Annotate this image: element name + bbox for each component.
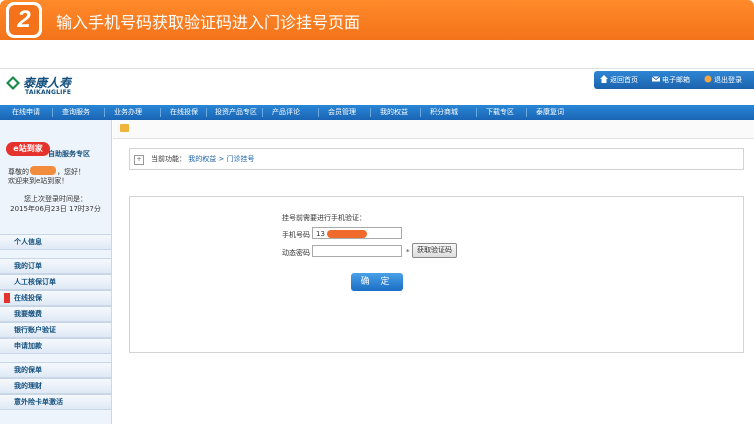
breadcrumb-prefix: 当前功能：: [151, 155, 186, 163]
nav-item-my-rights[interactable]: 我的权益: [380, 105, 408, 120]
logout-icon: [704, 75, 712, 83]
form-title: 挂号前需要进行手机验证：: [282, 214, 366, 222]
hot-tag-icon: [4, 293, 10, 303]
sidebar-item-label: 人工核保订单: [14, 278, 56, 286]
mail-icon: [652, 76, 660, 82]
nav-divider: [206, 108, 207, 117]
greeting-prefix: 尊敬的: [8, 168, 29, 176]
sidebar-item-label: 个人信息: [14, 238, 42, 246]
nav-divider: [370, 108, 371, 117]
welcome-text: 欢迎来到e站到家！: [8, 177, 69, 185]
phone-label: 手机号码: [282, 231, 310, 239]
nav-divider: [318, 108, 319, 117]
welcome-panel: e站到家 自助服务专区 尊敬的 ，您好！ 欢迎来到e站到家！ 您上次登录时间是： …: [0, 120, 111, 232]
nav-item-points-mall[interactable]: 积分商城: [430, 105, 458, 120]
nav-divider: [52, 108, 53, 117]
nav-item-investment[interactable]: 投资产品专区: [215, 105, 257, 120]
logo-en: TAIKANGLIFE: [25, 89, 72, 96]
breadcrumb-path[interactable]: 我的权益 > 门诊挂号: [188, 155, 254, 163]
logo-mark-icon: [6, 76, 20, 90]
logout-link-label: 退出登录: [714, 76, 742, 84]
breadcrumb-text: 当前功能： 我的权益 > 门诊挂号: [151, 149, 255, 169]
nav-divider: [104, 108, 105, 117]
sidebar: e站到家 自助服务专区 尊敬的 ，您好！ 欢迎来到e站到家！ 您上次登录时间是： …: [0, 120, 112, 424]
ezd-brand: e站到家: [6, 142, 50, 156]
home-link-label: 返回首页: [610, 76, 638, 84]
home-icon: [600, 75, 608, 83]
sidebar-item-label: 我要缴费: [14, 310, 42, 318]
sidebar-item-personal-info[interactable]: 个人信息: [0, 234, 111, 250]
banner-title: 输入手机号码获取验证码进入门诊挂号页面: [56, 13, 361, 32]
nav-item-taikang[interactable]: 泰康复词: [536, 105, 564, 120]
dynamic-code-input[interactable]: [312, 245, 402, 257]
confirm-button[interactable]: 确 定: [351, 273, 403, 291]
phone-value: 13: [316, 230, 325, 238]
phone-input[interactable]: 13: [312, 227, 402, 239]
sidebar-item-label: 我的保单: [14, 366, 42, 374]
nav-item-business[interactable]: 业务办理: [114, 105, 142, 120]
sidebar-item-my-policies[interactable]: 我的保单: [0, 362, 111, 378]
main-content: + 当前功能： 我的权益 > 门诊挂号 挂号前需要进行手机验证： 手机号码 13…: [113, 120, 754, 424]
nav-divider: [160, 108, 161, 117]
home-link[interactable]: 返回首页: [600, 71, 638, 89]
sidebar-item-manual-underwriting[interactable]: 人工核保订单: [0, 274, 111, 290]
sidebar-item-payment[interactable]: 我要缴费: [0, 306, 111, 322]
nav-item-apply[interactable]: 在线申请: [12, 105, 40, 120]
last-login-label: 您上次登录时间是：: [24, 195, 87, 203]
nav-item-download[interactable]: 下载专区: [486, 105, 514, 120]
nav-item-member[interactable]: 会员管理: [328, 105, 356, 120]
last-login-time: 2015年06月23日 17时37分: [10, 205, 101, 213]
greeting-suffix: ，您好！: [57, 168, 85, 176]
sidebar-item-label: 我的订单: [14, 262, 42, 270]
redacted-name: [30, 166, 56, 175]
ezd-brand-label: 自助服务专区: [48, 150, 90, 158]
sidebar-item-label: 申请加款: [14, 342, 42, 350]
site-header: 泰康人寿 TAIKANGLIFE 返回首页 电子邮箱 退出登录: [0, 69, 754, 103]
breadcrumb: + 当前功能： 我的权益 > 门诊挂号: [129, 148, 744, 170]
sidebar-item-my-orders[interactable]: 我的订单: [0, 258, 111, 274]
step-badge: 2: [6, 2, 42, 38]
nav-divider: [420, 108, 421, 117]
nav-divider: [526, 108, 527, 117]
sidebar-item-my-finance[interactable]: 我的理财: [0, 378, 111, 394]
sidebar-item-online-insure[interactable]: 在线投保: [0, 290, 111, 306]
verify-form: 挂号前需要进行手机验证： 手机号码 13 动态密码 * 获取验证码 确 定: [129, 196, 744, 353]
sidebar-item-apply-addition[interactable]: 申请加款: [0, 338, 111, 354]
sidebar-item-label: 银行账户验证: [14, 326, 56, 334]
email-link-label: 电子邮箱: [662, 76, 690, 84]
get-code-button[interactable]: 获取验证码: [412, 243, 457, 258]
top-links: 返回首页 电子邮箱 退出登录: [594, 71, 754, 89]
logout-link[interactable]: 退出登录: [704, 71, 742, 89]
nav-item-query[interactable]: 查询服务: [62, 105, 90, 120]
code-label: 动态密码: [282, 249, 310, 257]
folder-icon: [120, 124, 129, 132]
main-nav: 在线申请 查询服务 业务办理 在线投保 投资产品专区 产品评论 会员管理 我的权…: [0, 105, 754, 120]
sidebar-item-label: 意外险卡单激活: [14, 398, 63, 406]
step-banner: 2 输入手机号码获取验证码进入门诊挂号页面: [0, 0, 754, 40]
collapse-icon[interactable]: +: [134, 155, 144, 165]
nav-divider: [262, 108, 263, 117]
nav-item-online-insure[interactable]: 在线投保: [170, 105, 198, 120]
nav-divider: [476, 108, 477, 117]
nav-item-product-review[interactable]: 产品评论: [272, 105, 300, 120]
sidebar-item-label: 我的理财: [14, 382, 42, 390]
email-link[interactable]: 电子邮箱: [652, 71, 690, 89]
content-toolbar: [113, 120, 754, 139]
website-screenshot: 泰康人寿 TAIKANGLIFE 返回首页 电子邮箱 退出登录 在线申请 查询服…: [0, 68, 754, 424]
redacted-phone: [327, 230, 367, 238]
sidebar-item-card-activate[interactable]: 意外险卡单激活: [0, 394, 111, 410]
required-mark: *: [406, 248, 410, 256]
sidebar-item-bank-verify[interactable]: 银行账户验证: [0, 322, 111, 338]
step-number: 2: [9, 5, 39, 35]
